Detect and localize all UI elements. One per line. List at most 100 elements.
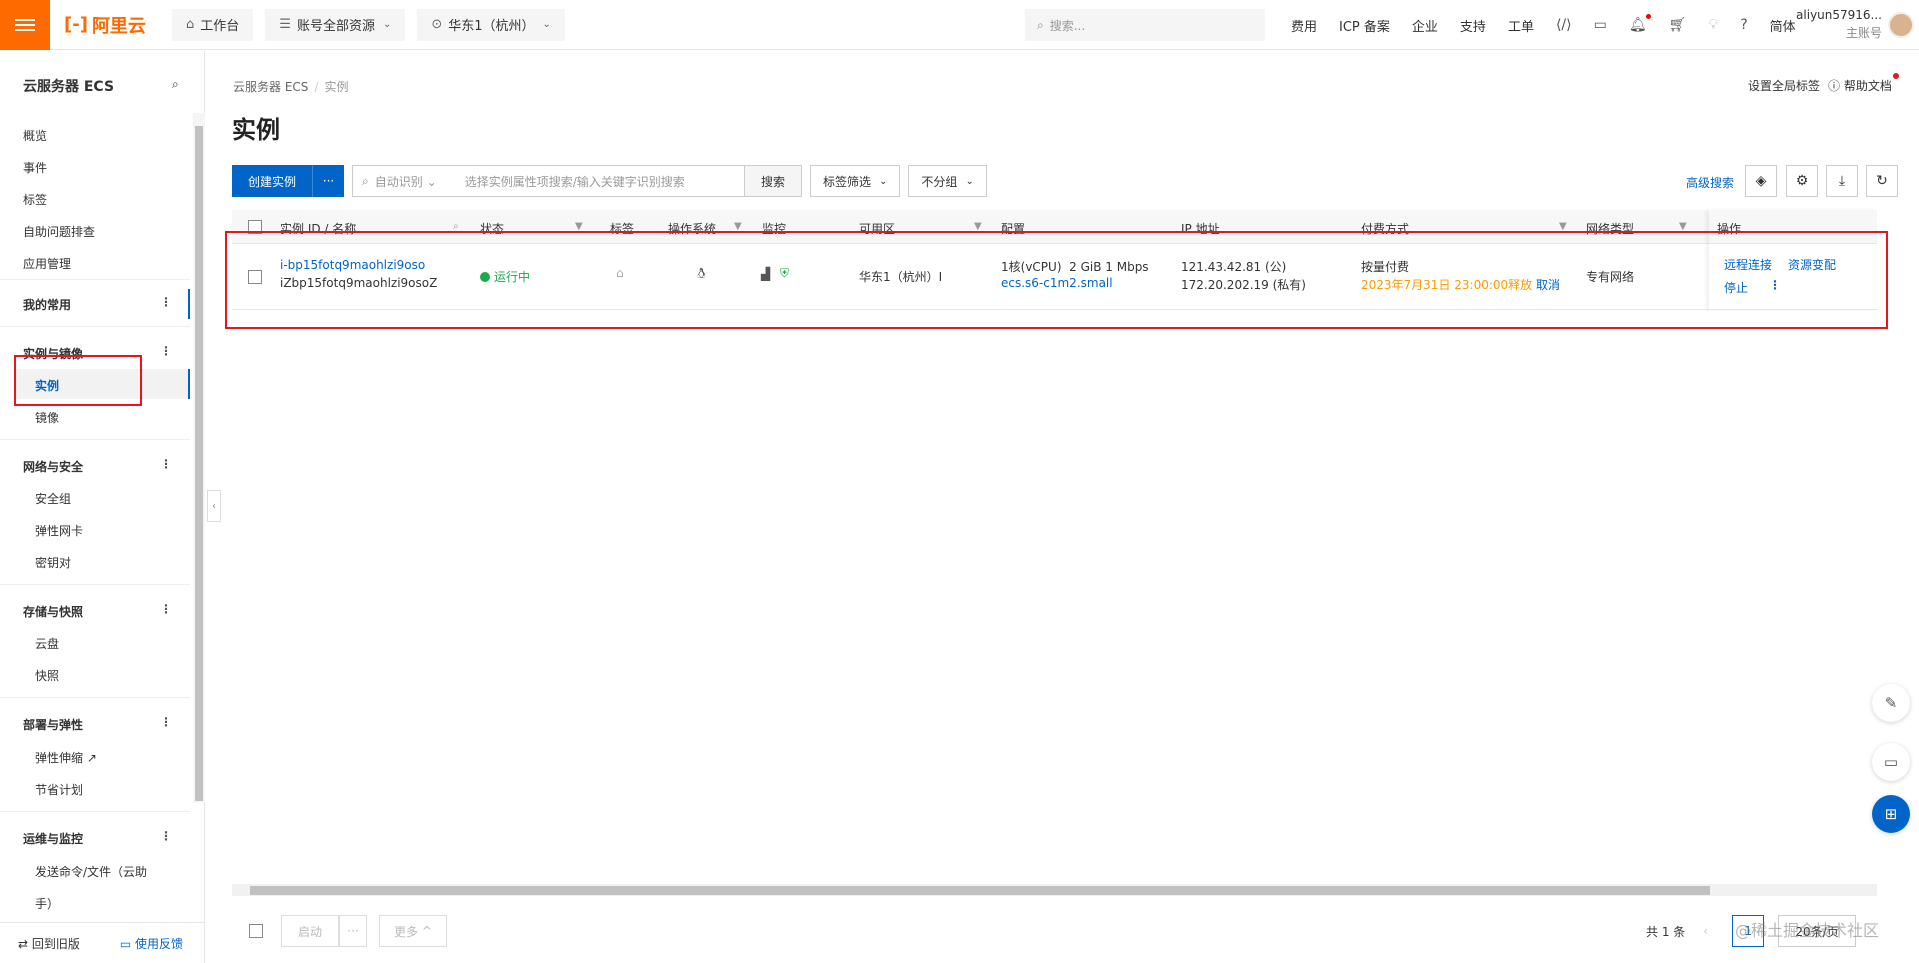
logo[interactable]: [-] 阿里云 bbox=[50, 0, 160, 50]
search-icon[interactable]: ⌕ bbox=[172, 77, 179, 92]
sidebar-item-eni[interactable]: 弹性网卡 bbox=[35, 522, 83, 539]
start-button[interactable]: 启动 bbox=[281, 915, 339, 947]
edit-icon[interactable]: ✎ bbox=[1872, 684, 1910, 722]
sidebar-item-security-groups[interactable]: 安全组 bbox=[35, 490, 71, 507]
avatar[interactable] bbox=[1888, 12, 1914, 38]
feedback-link[interactable]: ▭ 使用反馈 bbox=[120, 935, 183, 952]
support-link[interactable]: 支持 bbox=[1460, 16, 1486, 35]
advanced-search-link[interactable]: 高级搜索 bbox=[1686, 174, 1734, 191]
footer-select-all[interactable] bbox=[249, 924, 263, 938]
create-more-button[interactable]: ··· bbox=[312, 165, 345, 197]
footer-more-dropdown[interactable]: 更多 ^ bbox=[379, 915, 447, 947]
help-icon[interactable]: ? bbox=[1740, 17, 1747, 33]
sidebar-item-tags[interactable]: 标签 bbox=[23, 191, 47, 208]
sidebar-item-disks[interactable]: 云盘 bbox=[35, 635, 59, 652]
select-all-checkbox[interactable] bbox=[248, 220, 262, 234]
page-title: 实例 bbox=[232, 116, 280, 144]
sidebar-group-network-security[interactable]: 网络与安全 bbox=[23, 458, 83, 475]
instance-search-input[interactable]: ⌕ 自动识别 ⌄ 选择实例属性项搜索/输入关键字识别搜索 bbox=[352, 165, 746, 197]
more-icon[interactable]: ⋮ bbox=[160, 715, 172, 729]
search-button[interactable]: 搜索 bbox=[745, 165, 803, 197]
sidebar-group-ops[interactable]: 运维与监控 bbox=[23, 830, 83, 847]
search-placeholder: 选择实例属性项搜索/输入关键字识别搜索 bbox=[464, 174, 685, 189]
sidebar-item-snapshots[interactable]: 快照 bbox=[35, 667, 59, 684]
row-checkbox[interactable] bbox=[248, 270, 262, 284]
filter-icon[interactable]: ▼ bbox=[734, 221, 742, 232]
chart-icon[interactable]: ▟ bbox=[761, 267, 770, 281]
download-icon[interactable]: ⤓ bbox=[1826, 165, 1858, 197]
chevron-down-icon: ⌄ bbox=[542, 19, 551, 30]
footer-more-button[interactable]: ··· bbox=[339, 915, 367, 947]
cart-icon[interactable]: 🛒︎ bbox=[1669, 17, 1687, 33]
sidebar-item-events[interactable]: 事件 bbox=[23, 159, 47, 176]
sidebar-collapse-button[interactable]: ‹ bbox=[207, 490, 221, 522]
refresh-icon[interactable]: ↻ bbox=[1866, 165, 1898, 197]
sidebar-favorites[interactable]: 我的常用 bbox=[23, 296, 71, 313]
chat-icon[interactable]: ▭ bbox=[1872, 743, 1910, 781]
workbench-button[interactable]: ⌂ 工作台 bbox=[172, 8, 254, 41]
billing-link[interactable]: 费用 bbox=[1291, 16, 1317, 35]
private-ip: 172.20.202.19 (私有) bbox=[1181, 278, 1306, 292]
tag-filter-button[interactable]: 标签筛选 ⌄ bbox=[810, 165, 901, 197]
terminal-icon[interactable]: ▭ bbox=[1594, 17, 1607, 33]
apps-icon[interactable]: ⊞ bbox=[1872, 795, 1910, 833]
sidebar-group-storage[interactable]: 存储与快照 bbox=[23, 603, 83, 620]
instance-type-link[interactable]: ecs.s6-c1m2.small bbox=[1001, 276, 1113, 290]
code-icon[interactable]: ⟨/⟩ bbox=[1556, 17, 1572, 33]
sidebar-item-send-command[interactable]: 发送命令/文件（云助 bbox=[35, 863, 147, 880]
bell-icon[interactable]: 🔔︎ bbox=[1629, 14, 1651, 33]
sidebar-item-overview[interactable]: 概览 bbox=[23, 127, 47, 144]
prev-page-icon[interactable]: ‹ bbox=[1703, 924, 1708, 938]
create-instance-button[interactable]: 创建实例 bbox=[232, 165, 313, 197]
more-icon[interactable]: ⋮ bbox=[160, 602, 172, 616]
tag-icon[interactable]: ⌂ bbox=[616, 266, 624, 280]
global-search-input[interactable]: ⌕ 搜索... bbox=[1025, 9, 1265, 41]
lightbulb-icon[interactable]: 💡︎ bbox=[1708, 17, 1718, 33]
shield-icon[interactable]: ⛨ bbox=[780, 266, 789, 281]
group-dropdown[interactable]: 不分组 ⌄ bbox=[908, 165, 987, 197]
config-spec: 1核(vCPU) 2 GiB 1 Mbps bbox=[1001, 260, 1149, 274]
filter-icon[interactable]: ▼ bbox=[575, 221, 583, 232]
release-time: 2023年7月31日 23:00:00释放 取消 bbox=[1361, 278, 1560, 292]
table-row: i-bp15fotq9maohlzi9oso iZbp15fotq9maohlz… bbox=[232, 244, 1877, 310]
filter-icon[interactable]: ▼ bbox=[1679, 221, 1687, 232]
filter-icon[interactable]: ▼ bbox=[974, 221, 982, 232]
sidebar-item-troubleshoot[interactable]: 自助问题排查 bbox=[23, 223, 95, 240]
back-to-old-version[interactable]: ⇄ 回到旧版 bbox=[18, 935, 80, 952]
global-tags-link[interactable]: 设置全局标签 bbox=[1748, 77, 1820, 94]
stack-icon: ☰ bbox=[279, 17, 291, 32]
instance-id-link[interactable]: i-bp15fotq9maohlzi9oso bbox=[280, 258, 425, 272]
more-icon[interactable]: ⋮ bbox=[160, 457, 172, 471]
table-hscrollbar-thumb[interactable] bbox=[250, 886, 1710, 895]
sidebar-item-autoscaling[interactable]: 弹性伸缩 ↗ bbox=[35, 749, 97, 766]
enterprise-link[interactable]: 企业 bbox=[1412, 16, 1438, 35]
resources-dropdown[interactable]: ☰ 账号全部资源 ⌄ bbox=[265, 8, 406, 41]
sidebar-item-instances[interactable]: 实例 bbox=[35, 377, 59, 394]
menu-icon[interactable] bbox=[0, 0, 50, 50]
sidebar-item-app-management[interactable]: 应用管理 bbox=[23, 255, 71, 272]
more-icon[interactable]: ⋮ bbox=[160, 295, 172, 309]
breadcrumb-root[interactable]: 云服务器 ECS bbox=[233, 80, 308, 94]
filter-icon[interactable]: ▼ bbox=[1559, 221, 1567, 232]
icp-link[interactable]: ICP 备案 bbox=[1339, 16, 1390, 35]
more-icon[interactable]: ⋮ bbox=[160, 344, 172, 358]
sidebar-group-deployment[interactable]: 部署与弹性 bbox=[23, 716, 83, 733]
region-dropdown[interactable]: ⊙ 华东1（杭州） ⌄ bbox=[417, 8, 565, 41]
auto-detect-dropdown[interactable]: 自动识别 ⌄ bbox=[375, 173, 455, 190]
sidebar-group-instances-images[interactable]: 实例与镜像 bbox=[23, 345, 83, 362]
sidebar-scrollbar-thumb[interactable] bbox=[195, 126, 203, 801]
active-indicator bbox=[188, 289, 190, 319]
cancel-release-link[interactable]: 取消 bbox=[1536, 278, 1560, 292]
layers-icon[interactable]: ◈ bbox=[1745, 165, 1777, 197]
sidebar-item-images[interactable]: 镜像 bbox=[35, 409, 59, 426]
help-docs-link[interactable]: ⓘ 帮助文档 bbox=[1828, 77, 1892, 94]
gear-icon[interactable]: ⚙ bbox=[1786, 165, 1818, 197]
sidebar-item-keypairs[interactable]: 密钥对 bbox=[35, 554, 71, 571]
user-info[interactable]: aliyun57916... 主账号 bbox=[1790, 8, 1882, 41]
more-icon[interactable]: ⋮ bbox=[160, 829, 172, 843]
table-header: 实例 ID / 名称 ⌕ 状态 ▼ 标签 操作系统 ▼ 监控 可用区 ▼ 配置 … bbox=[232, 210, 1877, 244]
search-icon[interactable]: ⌕ bbox=[453, 221, 459, 232]
swap-icon: ⇄ bbox=[18, 936, 32, 951]
sidebar-item-savings-plan[interactable]: 节省计划 bbox=[35, 781, 83, 798]
ticket-link[interactable]: 工单 bbox=[1508, 16, 1534, 35]
